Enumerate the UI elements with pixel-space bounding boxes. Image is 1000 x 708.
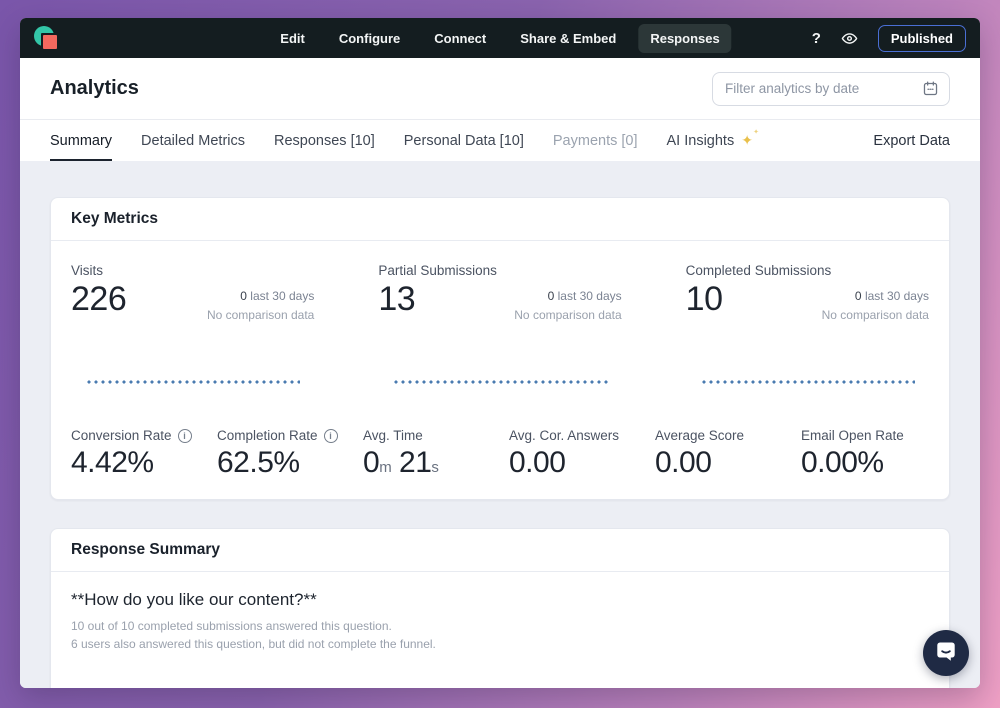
nav-item-responses[interactable]: Responses: [638, 24, 731, 53]
metric-partial-submissions: Partial Submissions 13 0 last 30 days No…: [378, 263, 621, 384]
info-icon[interactable]: [324, 429, 338, 443]
metric-conversion-rate: Conversion Rate 4.42%: [71, 428, 199, 481]
nav-menu: Edit Configure Connect Share & Embed Res…: [268, 24, 731, 53]
key-metrics-primary-row: Visits 226 0 last 30 days No comparison …: [71, 263, 929, 384]
app-window: Edit Configure Connect Share & Embed Res…: [20, 18, 980, 688]
response-summary-title: Response Summary: [51, 529, 949, 572]
info-icon[interactable]: [178, 429, 192, 443]
page-title: Analytics: [50, 77, 139, 100]
metric-partial-value: 13: [378, 281, 415, 318]
question-meta-1: 10 out of 10 completed submissions answe…: [71, 617, 929, 636]
logo-square: [43, 35, 57, 49]
nav-item-connect[interactable]: Connect: [422, 24, 498, 53]
metric-avg-time: Avg. Time 0m 21s: [363, 428, 491, 481]
tab-responses[interactable]: Responses [10]: [274, 120, 375, 161]
response-summary-card: Response Summary **How do you like our c…: [50, 528, 950, 688]
nav-item-configure[interactable]: Configure: [327, 24, 412, 53]
calendar-icon: [922, 80, 939, 97]
tab-ai-insights[interactable]: AI Insights ✦: [667, 120, 753, 161]
analytics-tabbar: Summary Detailed Metrics Responses [10] …: [20, 120, 980, 161]
partial-sparkline: [394, 380, 607, 384]
nav-right-group: ? Published: [812, 25, 966, 52]
visits-sparkline: [87, 380, 300, 384]
metric-completed-submissions: Completed Submissions 10 0 last 30 days …: [686, 263, 929, 384]
date-filter-input[interactable]: Filter analytics by date: [712, 72, 950, 106]
metric-completed-value: 10: [686, 281, 723, 318]
nav-item-edit[interactable]: Edit: [268, 24, 317, 53]
preview-eye-icon[interactable]: [841, 30, 858, 47]
top-nav: Edit Configure Connect Share & Embed Res…: [20, 18, 980, 58]
metric-email-open-rate: Email Open Rate 0.00%: [801, 428, 929, 481]
tab-personal-data[interactable]: Personal Data [10]: [404, 120, 524, 161]
completed-sparkline: [702, 380, 915, 384]
key-metrics-card: Key Metrics Visits 226 0 last 30 days No…: [50, 197, 950, 500]
help-icon[interactable]: ?: [812, 30, 821, 47]
metric-visits-value: 226: [71, 281, 126, 318]
metric-visits: Visits 226 0 last 30 days No comparison …: [71, 263, 314, 384]
tab-summary[interactable]: Summary: [50, 120, 112, 161]
metric-average-score: Average Score 0.00: [655, 428, 783, 481]
analytics-content: Key Metrics Visits 226 0 last 30 days No…: [20, 161, 980, 688]
metric-avg-correct-answers: Avg. Cor. Answers 0.00: [509, 428, 637, 481]
tab-detailed-metrics[interactable]: Detailed Metrics: [141, 120, 245, 161]
question-meta-2: 6 users also answered this question, but…: [71, 635, 929, 654]
published-button[interactable]: Published: [878, 25, 966, 52]
sparkle-icon: ✦: [741, 132, 753, 149]
date-filter-placeholder: Filter analytics by date: [725, 81, 859, 96]
page-header: Analytics Filter analytics by date: [20, 58, 980, 120]
nav-item-share-embed[interactable]: Share & Embed: [508, 24, 628, 53]
app-logo[interactable]: [34, 25, 61, 52]
metric-completion-rate: Completion Rate 62.5%: [217, 428, 345, 481]
key-metrics-title: Key Metrics: [51, 198, 949, 241]
chat-launcher-button[interactable]: [923, 630, 969, 676]
question-title: **How do you like our content?**: [71, 590, 929, 610]
tab-payments[interactable]: Payments [0]: [553, 120, 638, 161]
export-data-button[interactable]: Export Data: [873, 120, 950, 161]
chat-bubble-icon: [934, 639, 958, 668]
key-metrics-secondary-row: Conversion Rate 4.42% Completion Rate 62…: [71, 428, 929, 481]
